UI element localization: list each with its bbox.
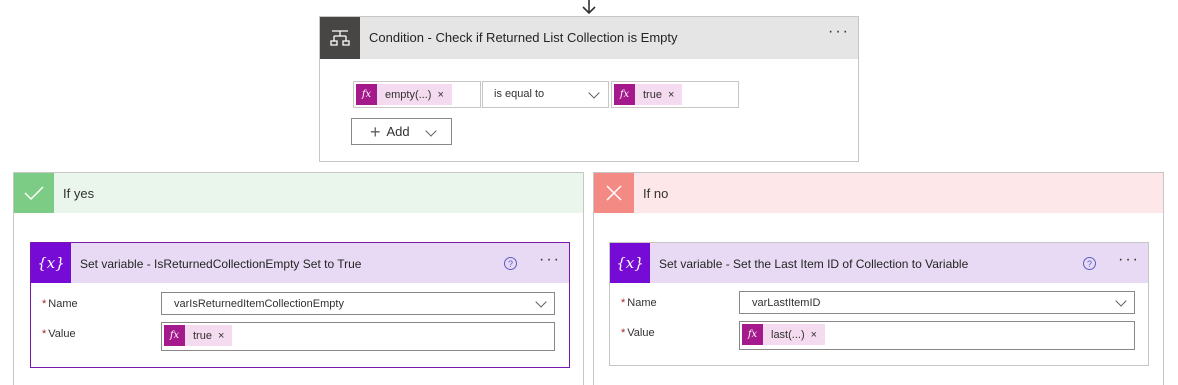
fx-icon: fx (742, 324, 763, 345)
if-no-label: If no (643, 186, 669, 201)
condition-title: Condition - Check if Returned List Colle… (369, 30, 678, 45)
remove-token-icon[interactable]: × (811, 329, 825, 341)
condition-operator-select[interactable]: is equal to (482, 81, 609, 108)
fx-icon: fx (356, 84, 377, 105)
chevron-down-icon (588, 87, 600, 99)
if-yes-branch: If yes {x} Set variable - IsReturnedColl… (13, 172, 584, 385)
if-no-header[interactable]: If no (594, 173, 1163, 213)
token-label: true (643, 88, 662, 101)
action-title: Set variable - IsReturnedCollectionEmpty… (80, 257, 362, 271)
token-label: empty(...) (385, 88, 432, 101)
checkmark-icon (14, 173, 54, 213)
variable-icon: {x} (31, 243, 71, 283)
help-icon[interactable]: ? (504, 257, 517, 270)
required-marker: * (42, 328, 47, 340)
action-title: Set variable - Set the Last Item ID of C… (659, 257, 969, 271)
value-field-label: * Value (42, 328, 76, 340)
name-field-label: * Name (42, 298, 78, 310)
flow-arrow-icon (582, 0, 596, 15)
value-input[interactable]: fx true × (161, 322, 555, 351)
add-row-button[interactable]: + Add (351, 118, 452, 145)
remove-token-icon[interactable]: × (437, 89, 451, 101)
condition-left-operand[interactable]: fx empty(...) × (353, 81, 481, 108)
token-label: true (193, 329, 212, 342)
chevron-down-icon (535, 296, 547, 308)
if-yes-header[interactable]: If yes (14, 173, 583, 213)
chevron-down-icon (425, 125, 437, 137)
expression-token-true[interactable]: fx true × (614, 84, 683, 105)
required-marker: * (42, 298, 47, 310)
name-select-value: varLastItemID (752, 297, 821, 309)
action-header[interactable]: {x} Set variable - IsReturnedCollectionE… (31, 243, 569, 283)
name-select[interactable]: varIsReturnedItemCollectionEmpty (161, 292, 555, 315)
remove-token-icon[interactable]: × (218, 330, 232, 342)
chevron-down-icon (1115, 295, 1127, 307)
token-label: last(...) (771, 328, 805, 341)
fx-icon: fx (614, 84, 635, 105)
action-more-menu[interactable]: ··· (1118, 252, 1140, 268)
variable-icon: {x} (610, 243, 650, 283)
name-select-value: varIsReturnedItemCollectionEmpty (174, 298, 344, 310)
condition-header[interactable]: Condition - Check if Returned List Colle… (320, 17, 858, 59)
if-no-branch: If no {x} Set variable - Set the Last It… (593, 172, 1164, 385)
value-field-label: * Value (621, 327, 655, 339)
value-input[interactable]: fx last(...) × (739, 321, 1135, 350)
expression-token-true[interactable]: fx true × (164, 325, 233, 346)
operator-label: is equal to (494, 88, 545, 100)
required-marker: * (621, 327, 626, 339)
remove-token-icon[interactable]: × (668, 89, 682, 101)
name-field-label: * Name (621, 297, 657, 309)
set-variable-card-yes[interactable]: {x} Set variable - IsReturnedCollectionE… (30, 242, 570, 368)
add-label: Add (386, 124, 410, 139)
set-variable-card-no[interactable]: {x} Set variable - Set the Last Item ID … (609, 242, 1149, 366)
expression-token-empty[interactable]: fx empty(...) × (356, 84, 452, 105)
help-icon[interactable]: ? (1083, 257, 1096, 270)
action-more-menu[interactable]: ··· (539, 252, 561, 268)
close-icon (594, 173, 634, 213)
if-yes-label: If yes (63, 186, 95, 201)
fx-icon: fx (164, 325, 185, 346)
condition-card[interactable]: Condition - Check if Returned List Colle… (319, 16, 859, 162)
required-marker: * (621, 297, 626, 309)
expression-token-last[interactable]: fx last(...) × (742, 324, 826, 345)
action-header[interactable]: {x} Set variable - Set the Last Item ID … (610, 243, 1148, 283)
condition-more-menu[interactable]: ··· (828, 24, 850, 40)
condition-icon (320, 17, 360, 59)
name-select[interactable]: varLastItemID (739, 291, 1135, 314)
plus-icon: + (370, 121, 381, 142)
condition-right-operand[interactable]: fx true × (611, 81, 739, 108)
